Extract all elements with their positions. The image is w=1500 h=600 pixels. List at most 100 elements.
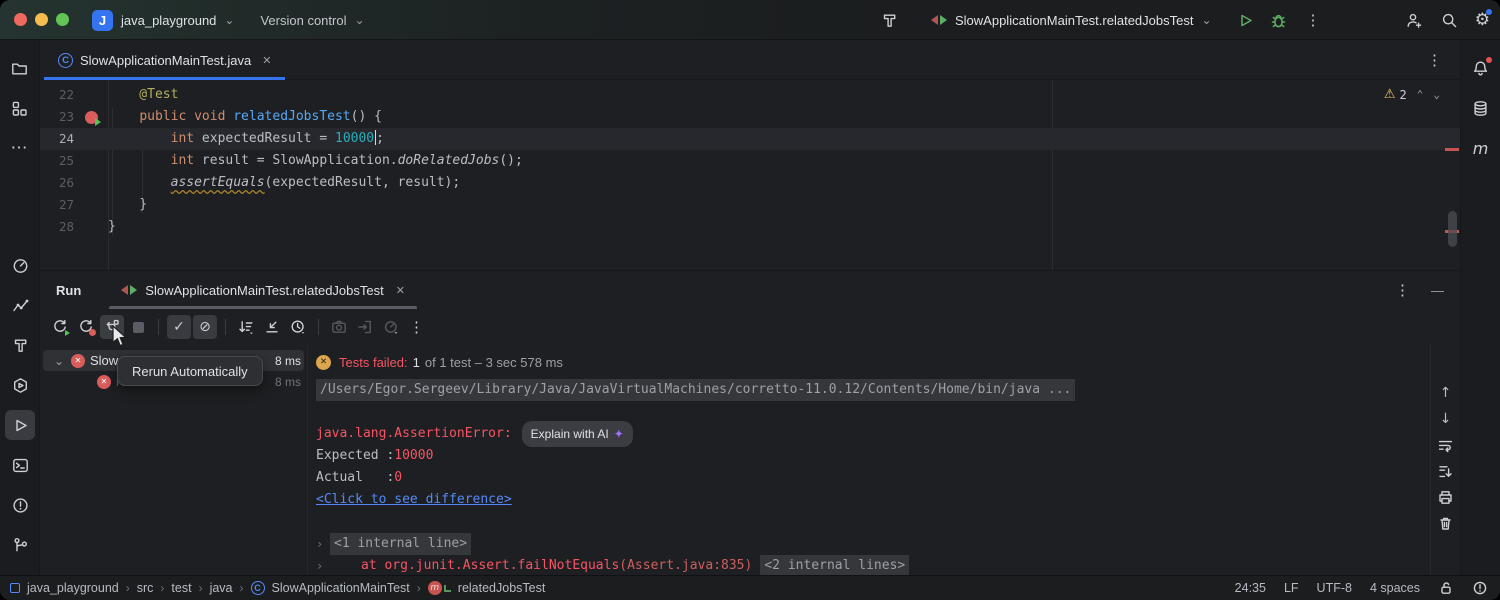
expand-chevron-icon[interactable]: ⌄	[54, 354, 66, 368]
soft-wrap-icon[interactable]	[1437, 437, 1454, 454]
breadcrumb-item[interactable]: test	[171, 581, 191, 595]
editor-tab-filename[interactable]: SlowApplicationMainTest.java	[80, 53, 251, 68]
build-tool-icon[interactable]	[5, 330, 35, 360]
structure-tool-icon[interactable]	[5, 93, 35, 123]
more-tool-windows-icon[interactable]: ⋯	[5, 133, 35, 163]
close-run-tab-icon[interactable]: ✕	[396, 284, 405, 297]
line-ending-indicator[interactable]: LF	[1284, 581, 1299, 595]
git-branch-icon[interactable]	[5, 530, 35, 560]
prev-problem-icon[interactable]: ⌃	[1417, 84, 1424, 106]
clear-console-icon[interactable]	[1437, 515, 1454, 532]
terminal-tool-icon[interactable]	[5, 450, 35, 480]
endpoints-chart-icon[interactable]	[5, 290, 35, 320]
rerun-failed-tests-button[interactable]	[74, 315, 98, 339]
project-tool-icon[interactable]	[5, 53, 35, 83]
encoding-indicator[interactable]: UTF-8	[1317, 581, 1352, 595]
line-number: 28	[40, 216, 74, 238]
run-button[interactable]	[1236, 11, 1255, 30]
show-passed-toggle[interactable]: ✓	[167, 315, 191, 339]
breadcrumb-item[interactable]: SlowApplicationMainTest	[272, 581, 410, 595]
next-problem-icon[interactable]: ⌄	[1433, 84, 1440, 106]
attach-button[interactable]	[353, 315, 377, 339]
internal-lines-chip[interactable]: <1 internal line>	[330, 533, 471, 555]
breadcrumb-separator: ›	[126, 581, 130, 595]
editor-options-icon[interactable]: ⋮	[1427, 51, 1442, 69]
editor-tab-active[interactable]: C SlowApplicationMainTest.java ✕	[44, 40, 285, 80]
tests-failed-count: 1	[413, 355, 420, 370]
line-number: 26	[40, 172, 74, 194]
warning-count: 2	[1400, 84, 1407, 106]
run-options-icon[interactable]: ⋮	[1395, 281, 1411, 299]
notifications-bell-icon[interactable]	[1466, 53, 1496, 83]
expand-collapse-button[interactable]	[260, 315, 284, 339]
hide-panel-icon[interactable]: —	[1431, 283, 1444, 298]
test-history-button[interactable]	[286, 315, 310, 339]
editor-scrollbar[interactable]	[1448, 211, 1457, 247]
inspections-widget[interactable]: ⚠ 2 ⌃ ⌄	[1384, 84, 1440, 106]
close-window-button[interactable]	[14, 13, 27, 26]
explain-with-ai-button[interactable]: Explain with AI ✦	[522, 421, 633, 447]
run-panel-title: Run	[56, 283, 81, 298]
zoom-window-button[interactable]	[56, 13, 69, 26]
problems-tool-icon[interactable]	[5, 490, 35, 520]
database-tool-icon[interactable]	[1466, 93, 1496, 123]
build-hammer-icon[interactable]	[880, 11, 899, 30]
tests-failed-icon: ✕	[316, 355, 331, 370]
profiler-tool-icon[interactable]	[5, 250, 35, 280]
print-icon[interactable]	[1437, 489, 1454, 506]
code-annotation: @Test	[108, 84, 178, 106]
breadcrumb-separator: ›	[240, 581, 244, 595]
project-icon[interactable]: J	[92, 10, 113, 31]
error-analysis-icon[interactable]	[1472, 580, 1488, 596]
maven-tool-icon[interactable]: m	[1466, 133, 1496, 163]
up-stack-trace-icon[interactable]: ↑	[1440, 385, 1452, 402]
jvm-command-line[interactable]: /Users/Egor.Sergeev/Library/Java/JavaVir…	[316, 379, 1075, 401]
screenshot-button[interactable]	[327, 315, 351, 339]
code-editor[interactable]: 22 @Test 23 public void relatedJobsTest(…	[40, 80, 1460, 270]
breadcrumb-separator: ›	[417, 581, 421, 595]
close-tab-icon[interactable]: ✕	[262, 54, 271, 67]
breadcrumb-item[interactable]: java	[210, 581, 233, 595]
expand-stack-chevron-icon[interactable]: ›	[316, 533, 330, 555]
breadcrumb-item[interactable]: relatedJobsTest	[458, 581, 546, 595]
error-stripe-mark[interactable]	[1445, 148, 1459, 151]
more-actions-icon[interactable]: ⋮	[1306, 11, 1322, 29]
project-menu[interactable]: java_playground	[121, 13, 216, 28]
toolbar-more-icon[interactable]: ⋮	[405, 315, 429, 339]
run-tab[interactable]: SlowApplicationMainTest.relatedJobsTest …	[109, 271, 417, 309]
search-everywhere-icon[interactable]	[1440, 11, 1459, 30]
breadcrumb-item[interactable]: src	[137, 581, 154, 595]
services-tool-icon[interactable]	[5, 370, 35, 400]
caret-position[interactable]: 24:35	[1235, 581, 1266, 595]
test-console[interactable]: ✕ Tests failed: 1 of 1 test – 3 sec 578 …	[307, 345, 1430, 576]
ai-sparkle-icon: ✦	[614, 423, 624, 445]
show-ignored-toggle[interactable]: ⊘	[193, 315, 217, 339]
run-tab-label[interactable]: SlowApplicationMainTest.relatedJobsTest	[145, 283, 383, 298]
vcs-menu[interactable]: Version control	[260, 13, 346, 28]
run-tool-icon-active[interactable]	[5, 410, 35, 440]
sort-by-duration-button[interactable]	[234, 315, 258, 339]
settings-gear-icon[interactable]: ⚙	[1475, 10, 1490, 30]
debug-button[interactable]	[1269, 11, 1288, 30]
stack-frame-location[interactable]: (Assert.java:835)	[619, 555, 752, 576]
console-output[interactable]: /Users/Egor.Sergeev/Library/Java/JavaVir…	[308, 379, 1430, 576]
breadcrumb-item[interactable]: java_playground	[27, 581, 119, 595]
run-configuration-widget[interactable]: SlowApplicationMainTest.relatedJobsTest …	[931, 13, 1212, 28]
unlocked-icon[interactable]	[1438, 580, 1454, 596]
code-line: 28 }	[40, 216, 1460, 238]
test-suite-label[interactable]: Slow	[90, 353, 118, 368]
minimize-window-button[interactable]	[35, 13, 48, 26]
check-icon: ✓	[173, 319, 185, 335]
coverage-button[interactable]	[379, 315, 403, 339]
expand-stack-chevron-icon[interactable]: ›	[316, 555, 330, 576]
run-configuration-name[interactable]: SlowApplicationMainTest.relatedJobsTest	[955, 13, 1193, 28]
rerun-button[interactable]	[48, 315, 72, 339]
internal-lines-chip[interactable]: <2 internal lines>	[760, 555, 909, 576]
failed-test-gutter-icon[interactable]	[85, 111, 98, 124]
indent-indicator[interactable]: 4 spaces	[1370, 581, 1420, 595]
see-difference-link[interactable]: <Click to see difference>	[316, 489, 512, 511]
scroll-to-end-icon[interactable]	[1437, 463, 1454, 480]
down-stack-trace-icon[interactable]: ↓	[1440, 411, 1452, 428]
stop-square	[133, 322, 144, 333]
code-with-me-icon[interactable]	[1405, 11, 1424, 30]
